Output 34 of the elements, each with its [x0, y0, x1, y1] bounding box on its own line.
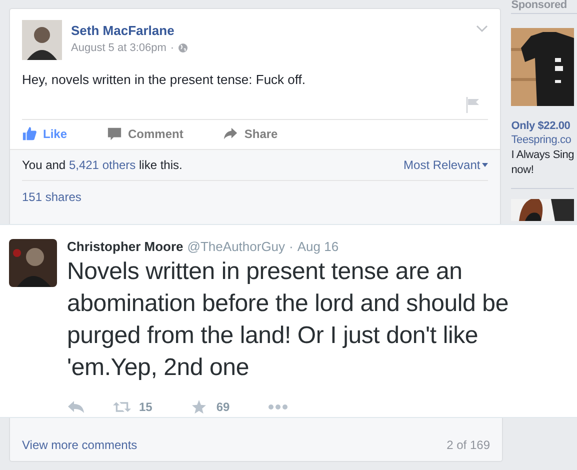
- shares-link[interactable]: 151 shares: [22, 190, 82, 204]
- speech-bubble-icon: [107, 126, 122, 141]
- ad-text: now!: [511, 164, 535, 176]
- avatar-icon[interactable]: [22, 20, 62, 60]
- avatar-icon[interactable]: [9, 239, 57, 287]
- sort-dropdown[interactable]: Most Relevant: [404, 158, 488, 172]
- post-time[interactable]: August 5 at 3:06pm: [71, 42, 166, 54]
- separator: ·: [289, 239, 294, 254]
- retweet-button[interactable]: 15: [113, 400, 152, 414]
- ad-price[interactable]: Only $22.00: [511, 120, 577, 132]
- tweet-date[interactable]: Aug 16: [297, 239, 339, 254]
- star-icon: [190, 400, 208, 414]
- author-name[interactable]: Christopher Moore: [67, 239, 184, 254]
- ad-site[interactable]: Teespring.co: [511, 134, 577, 146]
- like-button[interactable]: Like: [22, 126, 68, 141]
- author-handle[interactable]: @TheAuthorGuy: [187, 239, 286, 254]
- share-button[interactable]: Share: [223, 126, 278, 141]
- retweet-icon: [113, 400, 131, 414]
- author-name[interactable]: Seth MacFarlane: [71, 23, 468, 38]
- comment-count: 2 of 169: [446, 438, 490, 452]
- share-arrow-icon: [223, 126, 238, 141]
- separator: ·: [170, 42, 174, 54]
- view-more-link[interactable]: View more comments: [22, 438, 138, 452]
- comment-button[interactable]: Comment: [107, 126, 184, 141]
- ad-text: I Always Sing: [511, 149, 576, 161]
- tweet-text: Novels written in present tense are an abomination before the lord and should be purged from the land! Or I just don't like 'em.Yep, 2nd one: [67, 257, 510, 383]
- thumbs-up-icon: [22, 126, 37, 141]
- caret-icon: [482, 163, 488, 167]
- favorite-button[interactable]: 69: [190, 400, 230, 414]
- globe-icon: [178, 43, 188, 53]
- sponsored-heading: Sponsored: [511, 0, 577, 14]
- likes-summary: You and 5,421 others like this.: [22, 158, 182, 172]
- post-text: Hey, novels written in the present tense: Fuck off.: [21, 71, 306, 87]
- others-link[interactable]: 5,421 others: [68, 158, 136, 172]
